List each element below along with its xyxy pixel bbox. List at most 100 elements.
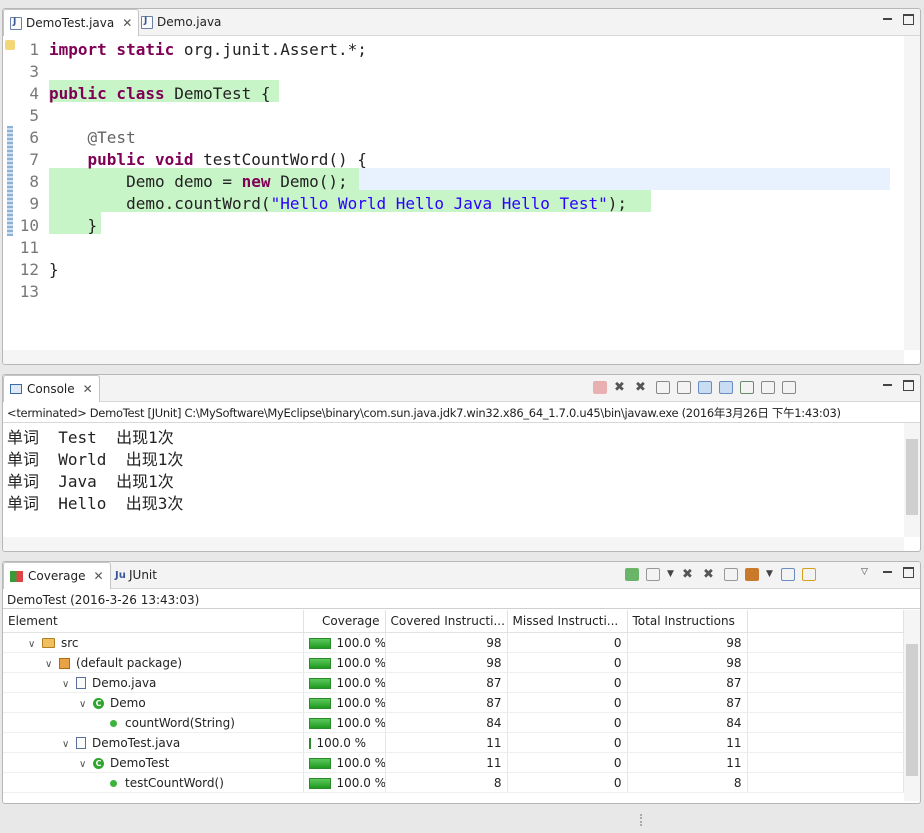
scrollbar-thumb[interactable]	[906, 644, 918, 776]
minimize-icon[interactable]	[882, 567, 893, 578]
console-vertical-scrollbar[interactable]	[904, 423, 920, 537]
maximize-icon[interactable]	[903, 380, 914, 391]
maximize-icon[interactable]	[903, 14, 914, 25]
table-row[interactable]: ∨ (default package) 100.0 % 98 0 98	[3, 652, 904, 673]
coverage-value: 100.0 %	[336, 695, 385, 710]
line-numbers: 1 3 4 5 6 7 8 9 10 11 12 13	[17, 36, 47, 350]
table-row[interactable]: ∨ Demo.java 100.0 % 87 0 87	[3, 672, 904, 693]
merge-sessions-icon[interactable]	[724, 568, 738, 581]
code-token: public class	[49, 84, 165, 103]
minimize-icon[interactable]	[882, 380, 893, 391]
select-session-icon[interactable]	[745, 568, 759, 581]
display-console-icon[interactable]	[761, 381, 775, 394]
editor-vertical-scrollbar[interactable]	[904, 36, 920, 350]
table-row[interactable]: ∨ C DemoTest 100.0 % 11 0 11	[3, 752, 904, 773]
total-cell: 98	[627, 632, 748, 653]
coverage-cell: 100.0 %	[303, 752, 386, 773]
element-name: testCountWord()	[125, 775, 224, 790]
show-on-stdout-icon[interactable]	[698, 381, 712, 394]
open-console-icon[interactable]	[782, 381, 796, 394]
total-cell: 98	[627, 652, 748, 673]
element-name: src	[61, 635, 79, 650]
table-row[interactable]: ∨ src 100.0 % 98 0 98	[3, 632, 904, 653]
table-header: Element Coverage Covered Instructi... Mi…	[3, 610, 904, 633]
relaunch-coverage-icon[interactable]	[625, 568, 639, 581]
tab-label: Demo.java	[157, 15, 222, 29]
close-icon[interactable]: ✕	[122, 16, 132, 30]
console-output[interactable]: 单词 Test 出现1次 单词 World 出现1次 单词 Java 出现1次 单词 …	[7, 427, 183, 515]
chevron-down-icon[interactable]: ∨	[62, 679, 70, 690]
column-header-total[interactable]: Total Instructions	[627, 610, 748, 633]
column-header-element[interactable]: Element	[3, 610, 304, 633]
table-row[interactable]: ∨ DemoTest.java 100.0 % 11 0 11	[3, 732, 904, 753]
sash-handle[interactable]	[640, 814, 644, 826]
chevron-down-icon[interactable]: ∨	[28, 639, 36, 650]
code-line: @Test	[49, 127, 136, 149]
missed-cell: 0	[507, 672, 628, 693]
coverage-bar	[308, 637, 331, 649]
table-row[interactable]: testCountWord() 100.0 % 8 0 8	[3, 772, 904, 793]
coverage-table: Element Coverage Covered Instructi... Mi…	[3, 610, 904, 793]
tab-demotest-java[interactable]: DemoTest.java ✕	[3, 9, 140, 36]
collapse-all-icon[interactable]	[781, 568, 795, 581]
element-name: DemoTest.java	[92, 735, 181, 750]
dump-execution-data-icon[interactable]	[646, 568, 660, 581]
remove-session-icon[interactable]: ✖	[682, 568, 696, 581]
tab-console[interactable]: Console ✕	[3, 375, 100, 402]
chevron-down-icon[interactable]: ∨	[45, 659, 53, 670]
remove-all-sessions-icon[interactable]: ✖	[703, 568, 717, 581]
chevron-down-icon[interactable]: ∨	[62, 739, 70, 750]
remove-launch-icon[interactable]: ✖	[614, 381, 628, 394]
missed-cell: 0	[507, 652, 628, 673]
tab-label: Coverage	[28, 569, 86, 583]
code-token: @Test	[87, 128, 136, 147]
close-icon[interactable]: ✕	[94, 569, 104, 583]
chevron-down-icon[interactable]: ∨	[79, 759, 87, 770]
dropdown-icon[interactable]: ▼	[667, 568, 675, 581]
tab-label: Console	[27, 382, 75, 396]
tab-junit[interactable]: Ju JUnit	[109, 562, 163, 588]
pin-console-icon[interactable]	[740, 381, 754, 394]
coverage-value: 100.0 %	[336, 775, 385, 790]
covered-cell: 11	[385, 732, 508, 753]
scrollbar-thumb[interactable]	[906, 439, 918, 515]
scroll-lock-icon[interactable]	[677, 381, 691, 394]
editor-panel: DemoTest.java ✕ Demo.java 13456789101112…	[2, 8, 921, 365]
table-row[interactable]: ∨ C Demo 100.0 % 87 0 87	[3, 692, 904, 713]
editor-tabbar: DemoTest.java ✕ Demo.java	[3, 9, 920, 36]
link-with-editor-icon[interactable]	[802, 568, 816, 581]
close-icon[interactable]: ✕	[83, 382, 93, 396]
terminate-icon[interactable]	[593, 381, 607, 394]
covered-cell: 11	[385, 752, 508, 773]
coverage-bar	[308, 657, 331, 669]
code-token: Demo();	[270, 172, 348, 191]
code-line: public void testCountWord() {	[49, 149, 367, 171]
view-menu-icon[interactable]: ▽	[861, 567, 872, 578]
remove-all-icon[interactable]: ✖	[635, 381, 649, 394]
maximize-icon[interactable]	[903, 567, 914, 578]
tab-coverage[interactable]: Coverage ✕	[3, 562, 111, 589]
code-token: }	[49, 260, 59, 279]
class-icon: C	[93, 757, 104, 769]
element-cell: ∨ (default package)	[3, 652, 304, 673]
dropdown-icon[interactable]: ▼	[766, 568, 774, 581]
console-icon	[10, 384, 22, 394]
column-header-coverage[interactable]: Coverage	[303, 610, 386, 633]
junit-icon: Ju	[115, 569, 126, 581]
method-icon	[110, 779, 117, 787]
chevron-down-icon[interactable]: ∨	[79, 699, 87, 710]
column-header-covered[interactable]: Covered Instructi...	[385, 610, 508, 633]
filler-cell	[747, 652, 904, 673]
coverage-icon	[10, 570, 23, 582]
table-row[interactable]: countWord(String) 100.0 % 84 0 84	[3, 712, 904, 733]
minimize-icon[interactable]	[882, 14, 893, 25]
clear-console-icon[interactable]	[656, 381, 670, 394]
tab-demo-java[interactable]: Demo.java	[135, 9, 227, 35]
editor-horizontal-scrollbar[interactable]	[3, 350, 904, 364]
column-header-missed[interactable]: Missed Instructi...	[507, 610, 628, 633]
coverage-vertical-scrollbar[interactable]	[904, 610, 920, 801]
code-area[interactable]: import static org.junit.Assert.*; public …	[49, 36, 890, 350]
missed-cell: 0	[507, 772, 628, 793]
show-on-stderr-icon[interactable]	[719, 381, 733, 394]
console-horizontal-scrollbar[interactable]	[3, 537, 904, 551]
